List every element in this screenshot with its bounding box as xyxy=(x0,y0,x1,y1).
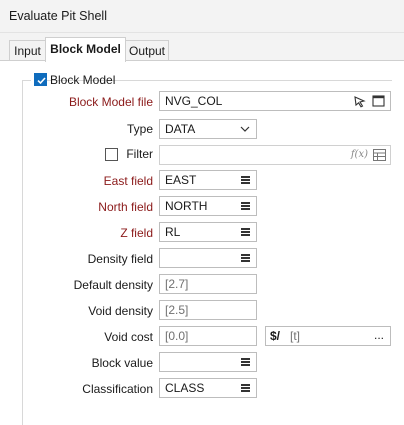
tab-input-label: Input xyxy=(14,44,41,58)
void-cost-unit-input[interactable]: $/ [t] ... xyxy=(265,326,391,346)
tab-content: Block Model Block Model file NVG_COL Typ… xyxy=(0,61,404,425)
default-density-input[interactable]: [2.7] xyxy=(159,274,257,294)
void-density-input[interactable]: [2.5] xyxy=(159,300,257,320)
tab-output-label: Output xyxy=(128,44,166,58)
currency-per-icon: $/ xyxy=(270,329,281,343)
block-model-file-input[interactable]: NVG_COL xyxy=(159,91,391,111)
tab-block-model[interactable]: Block Model xyxy=(45,37,126,62)
north-field-value: NORTH xyxy=(165,199,208,213)
void-cost-label: Void cost xyxy=(104,330,153,344)
group-border-left xyxy=(22,80,23,425)
north-field-select[interactable]: NORTH xyxy=(159,196,257,216)
filter-label: Filter xyxy=(126,147,153,161)
block-value-select[interactable] xyxy=(159,352,257,372)
type-value: DATA xyxy=(165,122,196,136)
filter-checkbox[interactable] xyxy=(105,148,118,161)
window-browse-icon[interactable] xyxy=(372,95,385,107)
ellipsis-button[interactable]: ... xyxy=(374,328,384,342)
east-field-select[interactable]: EAST xyxy=(159,170,257,190)
void-density-placeholder: [2.5] xyxy=(165,303,189,317)
tab-strip: Input Block Model Output xyxy=(0,33,404,62)
block-value-label: Block value xyxy=(91,356,153,370)
block-model-file-value: NVG_COL xyxy=(165,94,223,108)
list-icon[interactable] xyxy=(241,384,250,392)
tab-block-model-label: Block Model xyxy=(50,42,121,56)
z-field-label: Z field xyxy=(120,226,153,240)
void-cost-unit-placeholder: [t] xyxy=(290,329,301,343)
classification-label: Classification xyxy=(82,382,153,396)
east-field-value: EAST xyxy=(165,173,197,187)
list-icon[interactable] xyxy=(241,176,250,184)
north-field-label: North field xyxy=(98,200,153,214)
list-icon[interactable] xyxy=(241,254,250,262)
cursor-pick-icon[interactable] xyxy=(353,95,366,108)
default-density-placeholder: [2.7] xyxy=(165,277,189,291)
list-icon[interactable] xyxy=(241,358,250,366)
z-field-select[interactable]: RL xyxy=(159,222,257,242)
classification-value: CLASS xyxy=(165,381,205,395)
tab-input[interactable]: Input xyxy=(9,40,46,61)
void-cost-input[interactable]: [0.0] xyxy=(159,326,257,346)
title-bar: Evaluate Pit Shell xyxy=(0,0,404,33)
east-field-label: East field xyxy=(103,174,153,188)
classification-select[interactable]: CLASS xyxy=(159,378,257,398)
density-field-label: Density field xyxy=(87,252,153,266)
block-model-file-label: Block Model file xyxy=(68,95,153,109)
density-field-select[interactable] xyxy=(159,248,257,268)
block-model-group-label: Block Model xyxy=(50,73,116,87)
window-title: Evaluate Pit Shell xyxy=(9,9,107,23)
list-icon[interactable] xyxy=(241,228,250,236)
void-cost-placeholder: [0.0] xyxy=(165,329,189,343)
z-field-value: RL xyxy=(165,225,181,239)
type-select[interactable]: DATA xyxy=(159,119,257,139)
checkmark-icon xyxy=(37,77,46,85)
type-label: Type xyxy=(126,122,153,136)
function-icon[interactable]: f(x) xyxy=(351,149,368,160)
default-density-label: Default density xyxy=(73,278,153,292)
block-model-checkbox[interactable] xyxy=(34,73,47,86)
chevron-down-icon xyxy=(240,126,250,132)
void-density-label: Void density xyxy=(88,304,153,318)
filter-input[interactable]: f(x) xyxy=(159,145,391,165)
tab-output[interactable]: Output xyxy=(125,40,169,61)
block-model-group-header: Block Model xyxy=(31,72,115,88)
list-icon[interactable] xyxy=(241,202,250,210)
table-icon[interactable] xyxy=(373,149,386,161)
